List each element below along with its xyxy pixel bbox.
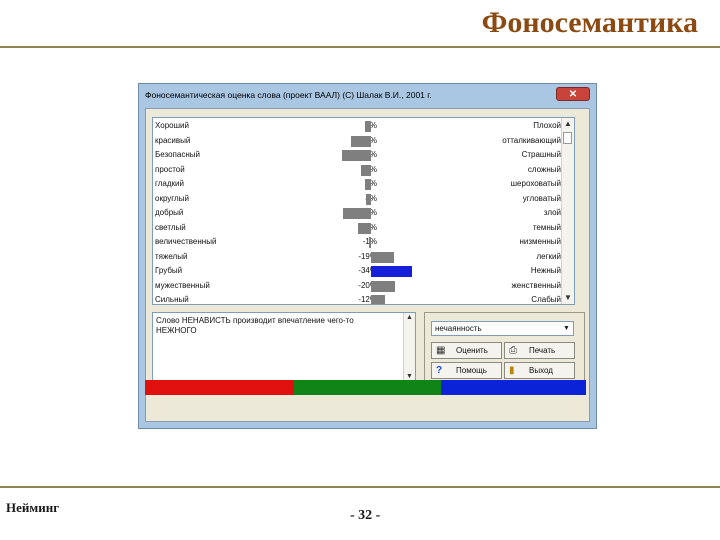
scale-bar — [366, 193, 371, 205]
scale-bar — [343, 208, 371, 219]
scale-left-word: округлый — [155, 193, 189, 203]
scroll-down-icon[interactable]: ▼ — [404, 373, 415, 380]
scale-right-word: Слабый — [531, 295, 561, 304]
scale-left-word: мужественный — [155, 280, 210, 290]
scale-left-word: светлый — [155, 222, 186, 232]
scale-right-word: угловатый — [522, 193, 561, 203]
bottom-divider — [0, 486, 720, 488]
word-select[interactable]: нечаянность ▼ — [431, 321, 574, 336]
scale-row[interactable]: Сильный -12% Слабый — [153, 293, 563, 304]
print-label: Печать — [529, 346, 556, 355]
help-button[interactable]: ? Помощь — [431, 362, 502, 379]
exit-label: Выход — [529, 366, 553, 375]
scale-bar — [357, 222, 371, 234]
strip-blue — [441, 380, 586, 395]
scale-right-word: Нежный — [530, 266, 561, 275]
scale-right-word: женственный — [511, 280, 561, 290]
window-client: ▲ ▼ Хороший5%Плохойкрасивый17%отталкиваю… — [145, 108, 590, 422]
chevron-down-icon[interactable]: ▼ — [560, 322, 573, 335]
scale-right-word: Плохой — [533, 121, 561, 130]
scale-bar — [342, 150, 371, 161]
scales-list[interactable]: ▲ ▼ Хороший5%Плохойкрасивый17%отталкиваю… — [152, 117, 575, 305]
scale-bar — [350, 135, 371, 147]
top-divider — [0, 46, 720, 48]
scale-row[interactable]: простой-8%сложный — [153, 163, 563, 177]
scale-right-word: отталкивающий — [502, 135, 561, 145]
scale-bar — [365, 179, 371, 190]
controls-panel: нечаянность ▼ ▦ Оценить ⎙ Печать ? Помощ… — [424, 312, 585, 384]
slide-title: Фоносемантика — [481, 6, 698, 39]
scale-row[interactable]: гладкий 5% шероховатый — [153, 177, 563, 191]
window-titlebar: Фоносемантическая оценка слова (проект В… — [139, 84, 596, 106]
scale-row[interactable]: добрый23%злой — [153, 206, 563, 220]
exit-button[interactable]: ▮ Выход — [504, 362, 575, 379]
app-window: Фоносемантическая оценка слова (проект В… — [138, 83, 597, 429]
window-title: Фоносемантическая оценка слова (проект В… — [145, 90, 432, 100]
scale-left-word: величественный — [155, 237, 217, 246]
calculator-icon: ▦ — [436, 345, 446, 356]
scale-row[interactable]: Грубый -34% Нежный — [153, 264, 563, 278]
scale-left-word: Хороший — [155, 121, 189, 130]
print-button[interactable]: ⎙ Печать — [504, 342, 575, 359]
scale-left-word: добрый — [155, 208, 184, 217]
scale-left-word: гладкий — [155, 179, 184, 188]
scale-row[interactable]: красивый17%отталкивающий — [153, 134, 563, 148]
scale-right-word: злой — [543, 208, 561, 217]
scale-left-word: простой — [155, 164, 185, 174]
scroll-thumb[interactable] — [563, 132, 572, 144]
scale-bar — [371, 280, 395, 292]
scale-row[interactable]: тяжелый -19% легкий — [153, 250, 563, 264]
help-label: Помощь — [456, 366, 487, 375]
scale-left-word: Сильный — [155, 295, 189, 304]
scale-right-word: Страшный — [521, 150, 561, 159]
result-text: Слово НЕНАВИСТЬ производит впечатление ч… — [156, 316, 354, 335]
scale-bar — [369, 237, 371, 248]
scale-right-word: темный — [532, 222, 561, 232]
scale-right-word: сложный — [527, 164, 561, 174]
scale-row[interactable]: мужественный -20% женственный — [153, 279, 563, 293]
color-strip — [139, 380, 586, 395]
scale-row[interactable]: округлый 4% угловатый — [153, 192, 563, 206]
scale-row[interactable]: Хороший 5% Плохой — [153, 119, 563, 133]
strip-red — [145, 380, 294, 395]
scale-row[interactable]: величественный-1%низменный — [153, 235, 563, 249]
scale-bar — [361, 164, 371, 176]
message-scrollbar[interactable]: ▲ ▼ — [403, 313, 415, 383]
door-icon: ▮ — [509, 365, 515, 376]
word-select-value: нечаянность — [435, 324, 482, 333]
page-number: - 32 - — [350, 508, 381, 523]
scale-bar — [371, 251, 394, 263]
scale-bar — [371, 266, 412, 277]
scroll-up-icon[interactable]: ▲ — [404, 314, 415, 321]
scroll-down-icon[interactable]: ▼ — [562, 292, 574, 304]
scroll-up-icon[interactable]: ▲ — [562, 118, 574, 130]
help-icon: ? — [436, 365, 443, 376]
strip-green — [294, 380, 441, 395]
evaluate-label: Оценить — [456, 346, 488, 355]
evaluate-button[interactable]: ▦ Оценить — [431, 342, 502, 359]
scale-row[interactable]: светлый11%темный — [153, 221, 563, 235]
scale-right-word: низменный — [519, 237, 561, 246]
footer-left: Нейминг — [6, 500, 60, 515]
scale-bar — [371, 295, 386, 304]
scale-bar — [365, 121, 371, 132]
printer-icon: ⎙ — [509, 345, 517, 356]
scale-left-word: Грубый — [155, 266, 183, 275]
scale-right-word: шероховатый — [510, 179, 561, 188]
scale-row[interactable]: Безопасный24%Страшный — [153, 148, 563, 162]
scale-left-word: красивый — [155, 135, 191, 145]
close-button[interactable]: ✕ — [556, 87, 590, 101]
scale-left-word: Безопасный — [155, 150, 200, 159]
scale-right-word: легкий — [536, 251, 561, 261]
scale-left-word: тяжелый — [155, 251, 188, 261]
result-message: Слово НЕНАВИСТЬ производит впечатление ч… — [152, 312, 416, 384]
